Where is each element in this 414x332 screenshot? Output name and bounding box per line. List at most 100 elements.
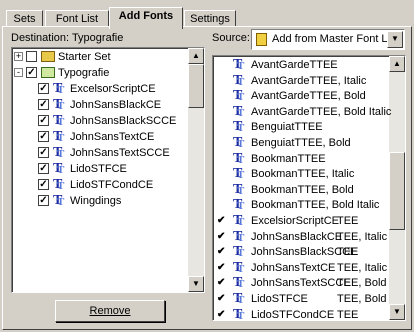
tree-item-label: LidoSTFCondCE [70,179,154,191]
scroll-up-button[interactable]: ▲ [389,56,405,72]
source-font-item[interactable]: T AvantGardeTTEE, Bold [213,88,389,105]
source-font-label: LidoSTFCondCE [251,308,335,321]
source-font-label-overflow: TEE, Italic [337,261,388,274]
truetype-font-icon: T [233,292,247,308]
truetype-font-icon: T [233,104,247,120]
tab-add-fonts[interactable]: Add Fonts [109,7,183,29]
source-dropdown[interactable]: Add from Master Font List ▼ [251,29,405,50]
checkbox[interactable]: ✓ [38,83,49,94]
checkbox[interactable]: ✓ [26,67,37,78]
tab-label: Add Fonts [118,10,174,22]
destination-label: Destination: Typografie [11,32,124,44]
book-icon [256,33,267,46]
truetype-font-icon: T [53,82,67,98]
tree-folder-item[interactable]: - ✓ Typografie [12,65,188,81]
tree-font-item[interactable]: ✓ TLidoSTFCE [12,161,188,177]
source-font-item[interactable]: T BookmanTTEE, Bold Italic [213,197,389,214]
source-font-item[interactable]: T BookmanTTEE, Italic [213,166,389,183]
source-font-label: JohnSansTextCE [251,261,336,274]
source-font-label: BookmanTTEE, Italic [251,168,355,181]
source-scrollbar[interactable]: ▲ ▼ [389,56,405,320]
collapse-icon[interactable]: - [14,68,23,77]
scroll-down-button[interactable]: ▼ [389,304,405,320]
truetype-font-icon: T [53,130,67,146]
tab-panel: Destination: Typografie ▲ ▼ + Starter Set… [2,26,412,330]
tree-font-item[interactable]: ✓ TExcelsorScriptCE [12,81,188,97]
tree-font-item[interactable]: ✓ TJohnSansTextSCCE [12,145,188,161]
source-font-label: AvantGardeTTEE, Bold Italic [251,105,392,118]
source-font-item[interactable]: ✔ T LidoSTFCondCETEE [213,307,389,321]
truetype-font-icon: T [53,146,67,162]
tab-font-list[interactable]: Font List [45,10,109,27]
checkbox[interactable]: ✓ [38,163,49,174]
checkbox[interactable]: ✓ [38,99,49,110]
tree-font-item[interactable]: ✓ TJohnSansBlackCE [12,97,188,113]
source-font-item[interactable]: T AvantGardeTTEE, Bold Italic [213,104,392,120]
destination-scrollbar[interactable]: ▲ ▼ [188,48,204,292]
tree-item-label: JohnSansTextSCCE [70,147,170,159]
expand-icon[interactable]: + [14,52,23,61]
tree-font-item[interactable]: ✓ TLidoSTFCondCE [12,177,188,193]
source-font-item[interactable]: ✔ T JohnSansBlackCETEE, Italic [213,229,389,245]
truetype-font-icon: T [233,89,247,105]
tree-item-label: Typografie [58,67,110,79]
checkbox[interactable]: ✓ [38,147,49,158]
checkbox[interactable]: ✓ [38,195,49,206]
truetype-font-icon: T [233,120,247,136]
truetype-font-icon: T [53,162,67,178]
source-font-item[interactable]: ✔ T ExcelsiorScriptCETEE [213,213,389,230]
source-font-label: BookmanTTEE [251,152,326,165]
source-font-label-overflow: TEE, Bold [337,293,387,305]
destination-tree[interactable]: ▲ ▼ +Starter Set-✓Typografie✓TExcelsorSc… [11,47,205,293]
chevron-down-icon[interactable]: ▼ [387,31,403,48]
remove-button[interactable]: Remove [55,300,165,322]
tree-font-item[interactable]: ✓ TWingdings [12,193,188,209]
tree-font-item[interactable]: ✓ TJohnSansBlackSCCE [12,113,188,129]
tree-item-label: ExcelsorScriptCE [70,83,156,95]
tree-folder-item[interactable]: + Starter Set [12,49,188,65]
tree-item-label: JohnSansBlackCE [70,99,162,111]
source-font-item[interactable]: ✔ T LidoSTFCE TEE, Bold [213,291,389,308]
source-font-label: BenguiatTTEE [251,121,323,134]
check-icon: ✔ [217,293,226,304]
scroll-down-button[interactable]: ▼ [188,276,204,292]
tab-label: Sets [13,13,36,25]
source-font-item[interactable]: ✔ T JohnSansTextSCCETEE, Bold [213,275,389,292]
check-icon: ✔ [217,308,226,320]
source-dropdown-value: Add from Master Font List [272,33,399,45]
source-label: Source: [212,32,250,44]
check-icon: ✔ [217,246,226,258]
truetype-font-icon: T [233,307,247,320]
tree-font-item[interactable]: ✓ TJohnSansTextCE [12,129,188,145]
tab-sets[interactable]: Sets [6,10,43,27]
source-font-item[interactable]: ✔TJohnSansBlackSCCETEE [213,244,389,261]
source-font-item[interactable]: T BookmanTTEE, Bold [213,182,389,198]
source-font-label-overflow: TEE [337,308,359,321]
checkbox[interactable] [26,51,37,62]
source-font-label: BookmanTTEE, Bold [251,183,354,196]
checkbox[interactable]: ✓ [38,131,49,142]
scroll-thumb[interactable] [188,64,204,108]
source-font-label: LidoSTFCE [251,293,308,305]
tab-label: Settings [190,13,230,25]
checkbox[interactable]: ✓ [38,115,49,126]
truetype-font-icon: T [53,114,67,130]
truetype-font-icon: T [53,178,67,194]
source-font-list[interactable]: ▲ ▼ T AvantGardeTTEE T AvantGardeTTEE, Ital… [212,55,406,321]
source-font-item[interactable]: T BenguiatTTEE [213,119,389,136]
checkbox[interactable]: ✓ [38,179,49,190]
tab-settings[interactable]: Settings [184,10,236,27]
source-font-item[interactable]: T BookmanTTEE [213,151,389,167]
source-font-label: BenguiatTTEE, Bold [251,137,351,149]
scroll-thumb[interactable] [389,152,405,230]
source-font-item[interactable]: T AvantGardeTTEE [213,57,389,74]
source-font-item[interactable]: ✔ T JohnSansTextCETEE, Italic [213,260,389,276]
scroll-up-button[interactable]: ▲ [188,48,204,64]
source-font-item[interactable]: T BenguiatTTEE, Bold [213,135,389,152]
truetype-font-icon: T [233,182,247,198]
truetype-font-icon: T [233,136,247,152]
source-font-item[interactable]: T AvantGardeTTEE, Italic [213,73,389,89]
tree-item-label: Wingdings [70,195,122,207]
source-font-label: AvantGardeTTEE, Bold [251,90,366,103]
truetype-font-icon: T [233,229,247,245]
